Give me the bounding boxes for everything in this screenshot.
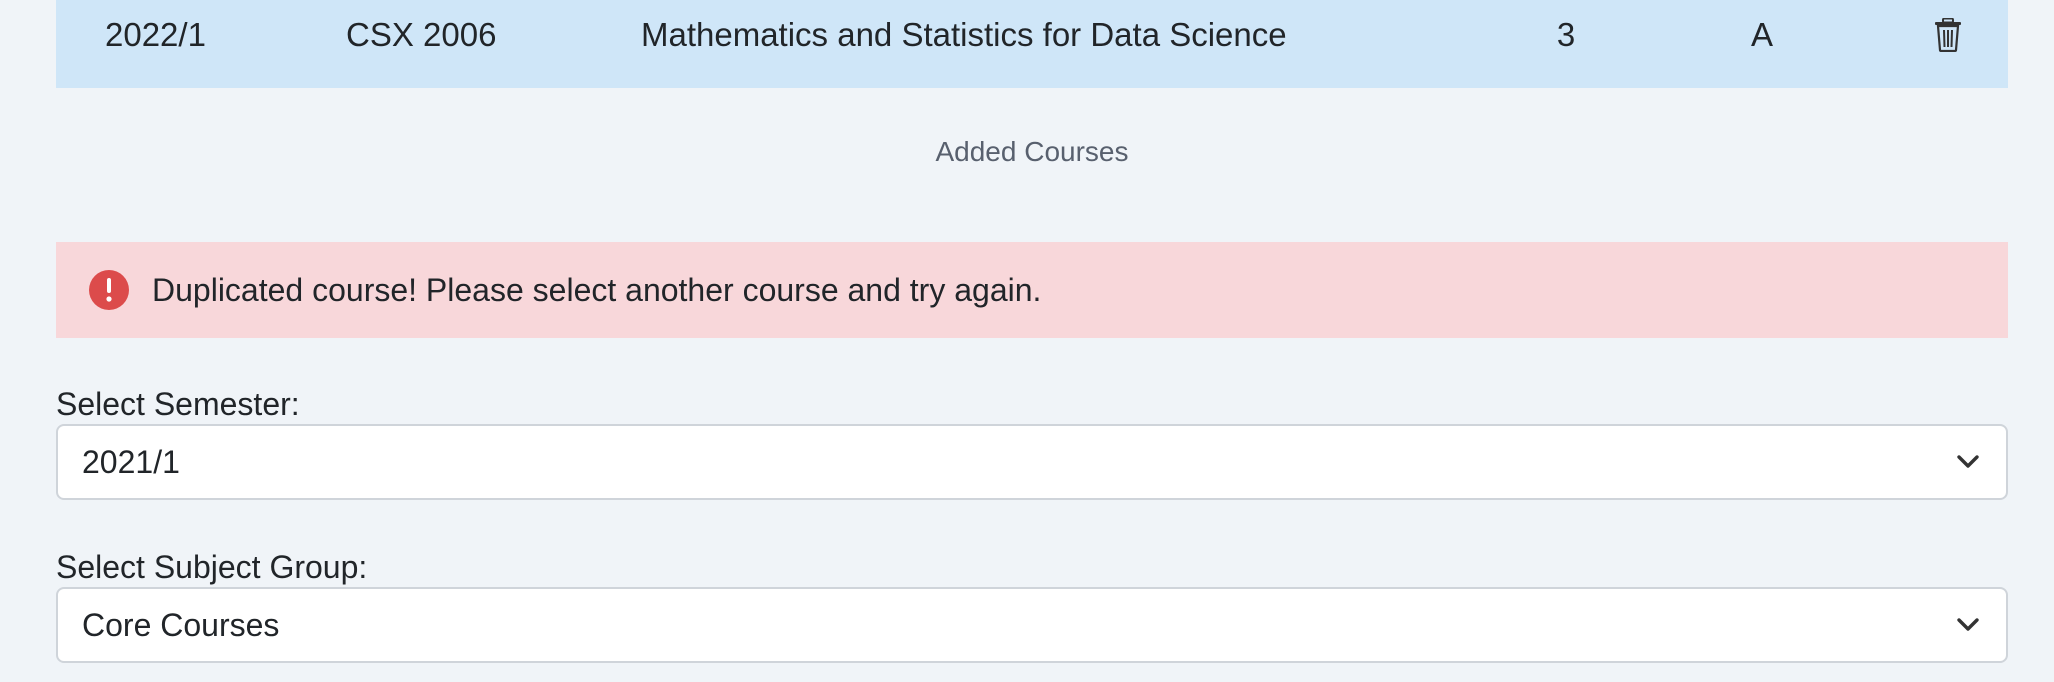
subject-group-select-value: Core Courses xyxy=(82,607,280,643)
course-name: Mathematics and Statistics for Data Scie… xyxy=(641,16,1287,53)
semester-select[interactable]: 2021/1 xyxy=(56,424,2008,500)
duplicate-course-alert: Duplicated course! Please select another… xyxy=(56,242,2008,338)
course-code: CSX 2006 xyxy=(346,16,497,53)
semester-label: Select Semester: xyxy=(56,386,300,422)
course-semester: 2022/1 xyxy=(105,16,206,53)
course-credits: 3 xyxy=(1556,16,1576,53)
chevron-down-icon xyxy=(1957,455,1979,468)
course-grade: A xyxy=(1750,16,1773,53)
subject-group-label: Select Subject Group: xyxy=(56,549,368,585)
alert-message: Duplicated course! Please select another… xyxy=(152,271,1042,308)
course-row[interactable]: 2022/1 CSX 2006 Mathematics and Statisti… xyxy=(56,0,2008,88)
exclamation-circle-icon xyxy=(88,269,130,311)
semester-select-value: 2021/1 xyxy=(82,444,180,480)
chevron-down-icon xyxy=(1957,618,1979,631)
trash-icon[interactable] xyxy=(1934,18,1962,52)
delete-course-button[interactable] xyxy=(1926,0,1970,70)
page: 2022/1 CSX 2006 Mathematics and Statisti… xyxy=(0,0,2054,682)
subject-group-select[interactable]: Core Courses xyxy=(56,587,2008,663)
added-courses-caption: Added Courses xyxy=(935,136,1129,167)
